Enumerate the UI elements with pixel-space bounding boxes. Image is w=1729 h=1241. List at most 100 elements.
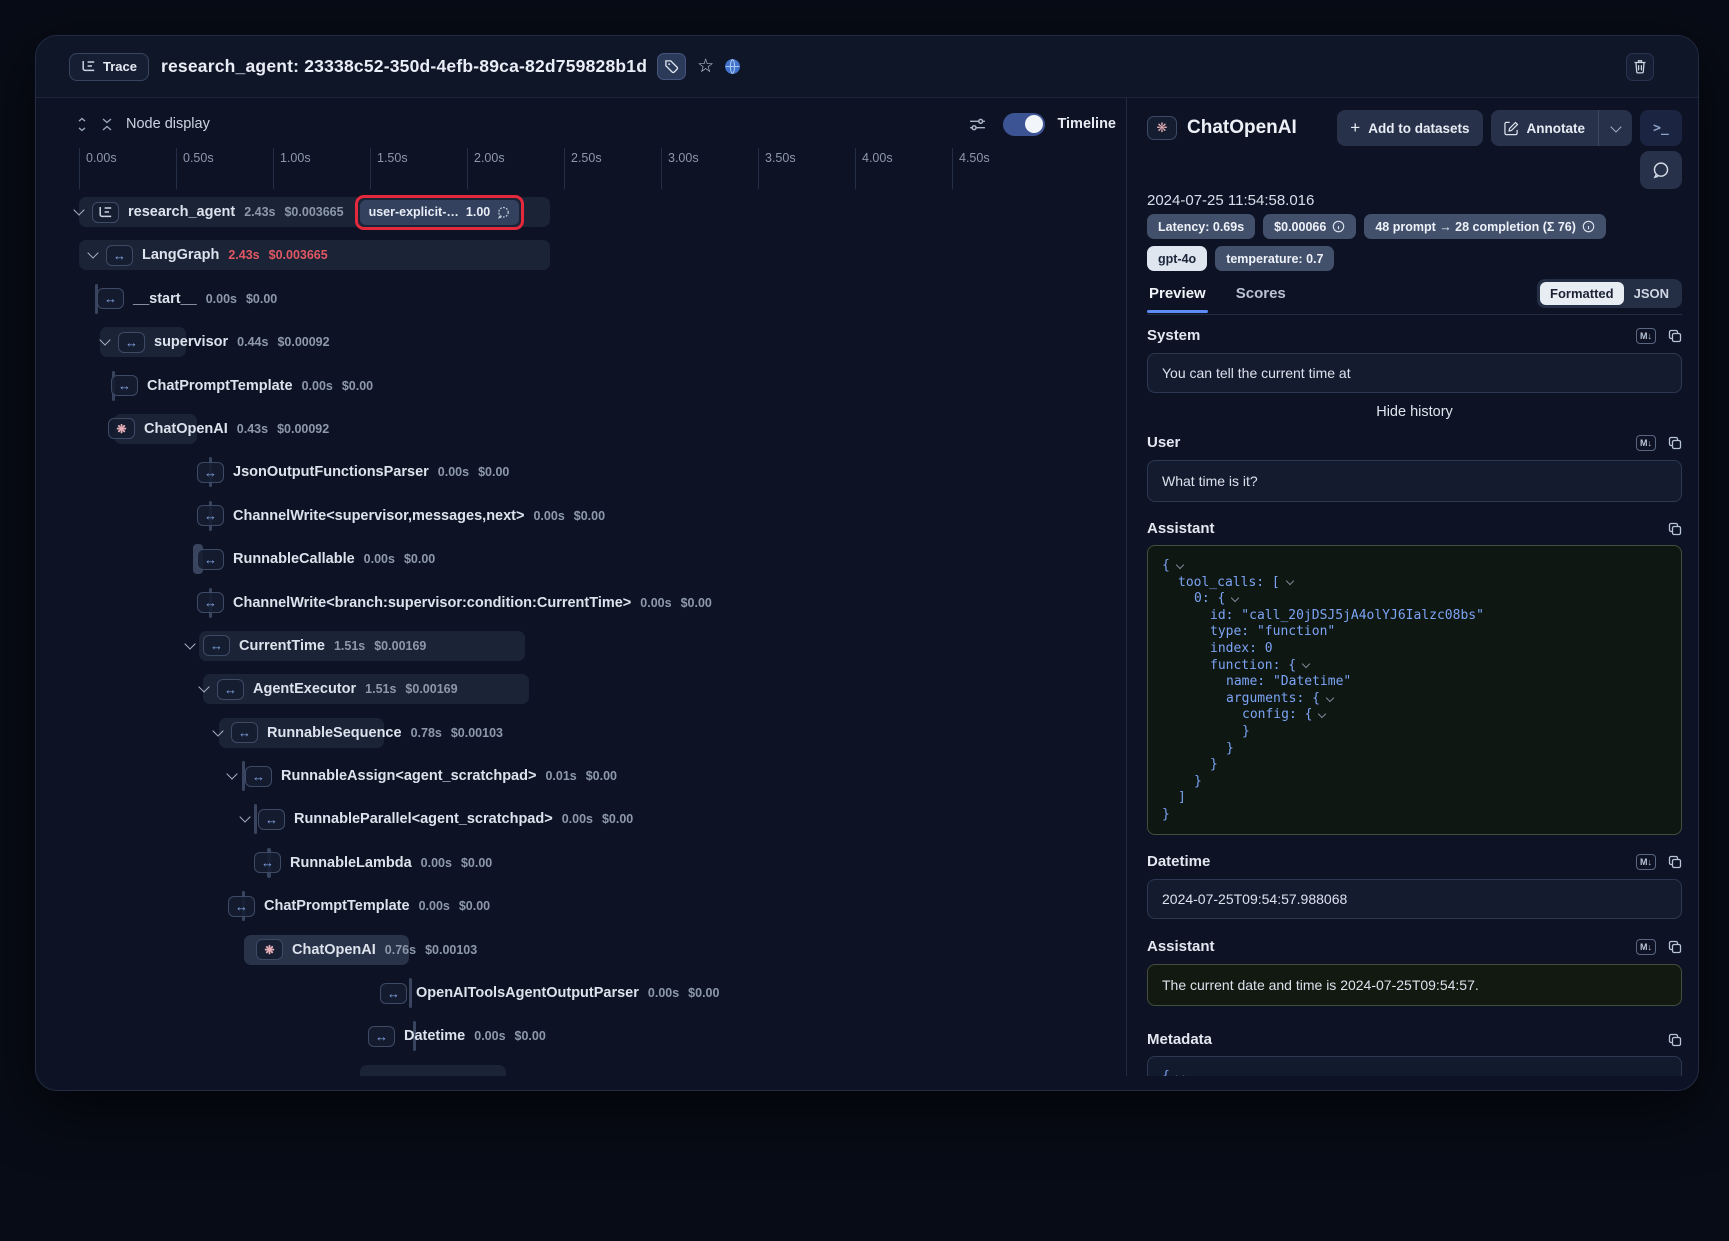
collapse-all-icon[interactable] [96, 113, 118, 135]
run-duration: 0.00s [419, 899, 450, 913]
trace-tree-row-runnablesequence[interactable]: ↔RunnableSequence0.78s$0.00103 [61, 718, 1126, 748]
chevron-down-icon[interactable] [87, 248, 98, 259]
chain-icon: ↔ [231, 722, 258, 743]
trace-tree-row-runnablecallable[interactable]: ↔RunnableCallable0.00s$0.00 [61, 544, 1126, 574]
axis-tick [273, 148, 274, 189]
tag-icon[interactable] [657, 53, 686, 80]
markdown-icon[interactable]: M↓ [1636, 939, 1656, 955]
annotate-button[interactable]: Annotate [1491, 110, 1599, 146]
run-duration: 0.00s [533, 509, 564, 523]
run-cost: $0.00 [574, 509, 605, 523]
trace-tree-row-partial[interactable] [61, 1065, 1126, 1076]
trace-tree-row--start-[interactable]: ↔__start__0.00s$0.00 [61, 284, 1126, 314]
trace-tree-row-channelwrite-branch-supervisor-condition-currenttime-[interactable]: ↔ChannelWrite<branch:supervisor:conditio… [61, 588, 1126, 618]
run-duration: 0.00s [640, 596, 671, 610]
run-name: OpenAIToolsAgentOutputParser [416, 985, 639, 1001]
openai-icon: ❋ [256, 939, 283, 960]
star-icon[interactable]: ☆ [697, 55, 714, 78]
run-name: ChatOpenAI [292, 942, 376, 958]
cost-badge[interactable]: $0.00066 [1263, 214, 1356, 239]
axis-tick [176, 148, 177, 189]
copy-icon[interactable] [1668, 1033, 1682, 1047]
copy-icon[interactable] [1668, 940, 1682, 954]
assistant-tool-call-code[interactable]: {tool_calls: [0: {id: "call_20jDSJ5jA4ol… [1147, 545, 1682, 835]
chain-icon: ↔ [118, 332, 145, 353]
collapse-chevron-icon[interactable] [1286, 577, 1294, 585]
expand-all-icon[interactable] [71, 113, 93, 135]
trace-tree-row-research-agent[interactable]: research_agent2.43s$0.003665user-explici… [61, 197, 1126, 227]
chevron-down-icon[interactable] [239, 812, 250, 823]
timeline-toggle[interactable] [1003, 113, 1045, 136]
temperature-badge: temperature: 0.7 [1215, 246, 1334, 271]
latency-badge: Latency: 0.69s [1147, 214, 1255, 239]
format-toggle-formatted[interactable]: Formatted [1540, 282, 1624, 305]
code-text: index: 0 [1210, 641, 1273, 658]
run-duration: 0.00s [364, 552, 395, 566]
markdown-icon[interactable]: M↓ [1636, 435, 1656, 451]
chevron-down-icon[interactable] [226, 768, 237, 779]
run-cost: $0.00 [586, 769, 617, 783]
markdown-icon[interactable]: M↓ [1636, 854, 1656, 870]
collapse-chevron-icon[interactable] [1176, 561, 1184, 569]
chevron-down-icon[interactable] [184, 638, 195, 649]
token-usage-badge[interactable]: 48 prompt → 28 completion (Σ 76) [1364, 214, 1606, 239]
run-cost: $0.00 [681, 596, 712, 610]
trace-tree-row-agentexecutor[interactable]: ↔AgentExecutor1.51s$0.00169 [61, 674, 1126, 704]
trace-tree-row-datetime[interactable]: ↔Datetime0.00s$0.00 [61, 1021, 1126, 1051]
annotate-dropdown-button[interactable] [1598, 110, 1632, 146]
copy-icon[interactable] [1668, 436, 1682, 450]
copy-icon[interactable] [1668, 329, 1682, 343]
chevron-down-icon[interactable] [73, 204, 84, 215]
hide-history-link[interactable]: Hide history [1147, 404, 1682, 420]
tab-preview[interactable]: Preview [1147, 281, 1208, 312]
trace-tree-row-channelwrite-supervisor-messages-next-[interactable]: ↔ChannelWrite<supervisor,messages,next>0… [61, 501, 1126, 531]
chain-icon: ↔ [197, 462, 224, 483]
chevron-down-icon[interactable] [198, 682, 209, 693]
markdown-icon[interactable]: M↓ [1636, 328, 1656, 344]
trace-tree-row-openaitoolsagentoutputparser[interactable]: ↔OpenAIToolsAgentOutputParser0.00s$0.00 [61, 978, 1126, 1008]
trace-tree-row-currenttime[interactable]: ↔CurrentTime1.51s$0.00169 [61, 631, 1126, 661]
model-badges: gpt-4o temperature: 0.7 [1147, 246, 1682, 271]
add-to-datasets-label: Add to datasets [1368, 121, 1469, 136]
tab-scores[interactable]: Scores [1234, 281, 1288, 312]
playground-terminal-button[interactable]: >_ [1640, 110, 1682, 146]
system-label: System [1147, 327, 1200, 344]
chevron-down-icon[interactable] [212, 725, 223, 736]
add-to-datasets-button[interactable]: + Add to datasets [1337, 110, 1482, 146]
trace-tree-row-runnableassign-agent-scratchpad-[interactable]: ↔RunnableAssign<agent_scratchpad>0.01s$0… [61, 761, 1126, 791]
run-duration: 0.00s [648, 986, 679, 1000]
trace-tree-row-supervisor[interactable]: ↔supervisor0.44s$0.00092 [61, 327, 1126, 357]
feedback-chip[interactable]: user-explicit-…1.00 [360, 200, 520, 225]
trace-tree-row-runnablelambda[interactable]: ↔RunnableLambda0.00s$0.00 [61, 848, 1126, 878]
format-toggle-json[interactable]: JSON [1624, 282, 1679, 305]
collapse-chevron-icon[interactable] [1326, 693, 1334, 701]
user-message-box: What time is it? [1147, 460, 1682, 502]
chevron-down-icon[interactable] [99, 335, 110, 346]
code-text: tool_calls: [ [1178, 575, 1280, 592]
chain-icon: ↔ [197, 549, 224, 570]
delete-trace-button[interactable] [1626, 53, 1654, 81]
run-duration: 0.00s [438, 465, 469, 479]
collapse-chevron-icon[interactable] [1318, 710, 1326, 718]
collapse-chevron-icon[interactable] [1176, 1072, 1184, 1076]
detail-tabs: Preview Scores Formatted JSON [1147, 279, 1682, 315]
chain-icon: ↔ [217, 679, 244, 700]
display-settings-icon[interactable] [966, 113, 988, 135]
copy-icon[interactable] [1668, 855, 1682, 869]
globe-icon[interactable] [724, 58, 741, 75]
collapse-chevron-icon[interactable] [1231, 594, 1239, 602]
trace-tree-row-chatprompttemplate[interactable]: ↔ChatPromptTemplate0.00s$0.00 [61, 891, 1126, 921]
trace-tree-row-langgraph[interactable]: ↔LangGraph2.43s$0.003665 [61, 240, 1126, 270]
trace-tree-row-chatopenai[interactable]: ❋ChatOpenAI0.43s$0.00092 [61, 414, 1126, 444]
axis-tick [855, 148, 856, 189]
metadata-code[interactable]: {tags: [ [1147, 1056, 1682, 1076]
trace-tree-row-chatprompttemplate[interactable]: ↔ChatPromptTemplate0.00s$0.00 [61, 371, 1126, 401]
open-chat-button[interactable] [1640, 151, 1682, 189]
trace-tree-row-runnableparallel-agent-scratchpad-[interactable]: ↔RunnableParallel<agent_scratchpad>0.00s… [61, 804, 1126, 834]
run-title: ChatOpenAI [1187, 117, 1297, 139]
trace-tree-row-jsonoutputfunctionsparser[interactable]: ↔JsonOutputFunctionsParser0.00s$0.00 [61, 457, 1126, 487]
copy-icon[interactable] [1668, 522, 1682, 536]
datetime-label: Datetime [1147, 853, 1210, 870]
trace-tree-row-chatopenai[interactable]: ❋ChatOpenAI0.76s$0.00103 [61, 935, 1126, 965]
collapse-chevron-icon[interactable] [1302, 660, 1310, 668]
